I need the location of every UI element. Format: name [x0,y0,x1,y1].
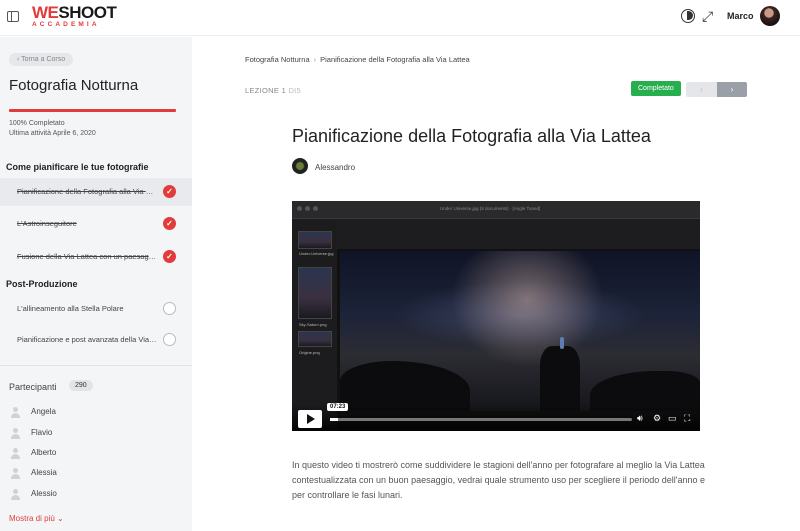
user-name[interactable]: Marco [727,11,754,21]
last-activity: Ultima attività Aprile 6, 2020 [9,130,96,137]
progress-bar [9,109,176,112]
participant-name: Angela [31,407,56,416]
avatar[interactable] [760,6,780,26]
lesson-counter: LEZIONE 1 DI5 [245,86,301,95]
previous-lesson-button[interactable]: ‹ [686,82,717,97]
top-bar: WESHOOT ACCADEMIA ⤢ Marco [0,0,800,36]
participant-item[interactable]: Angela [9,405,179,421]
milky-way-photo [340,251,700,411]
lesson-number: LEZIONE 1 [245,86,287,95]
sidebar: ‹ Torna a Corso Fotografia Notturna 100%… [0,37,192,531]
lesson-item[interactable]: Pianificazione della Fotografia alla Via… [0,178,192,206]
video-time: 07:23 [327,403,349,411]
video-thumbnail-strip: Under-Universe.jpg Sky-Saturn.png Origin… [292,219,337,431]
lesson-label: L'Astroinseguitore [17,219,77,228]
check-icon: ✓ [163,217,176,230]
lesson-description: In questo video ti mostrerò come suddivi… [292,460,705,500]
thumbnail [298,331,332,347]
thumbnail [298,267,332,319]
check-icon: ✓ [163,250,176,263]
section-title: Come pianificare le tue fotografie [6,162,149,172]
pip-icon[interactable]: ▭ [668,413,677,424]
incomplete-circle-icon [163,333,176,346]
fullscreen-icon[interactable]: ⤢ [702,8,713,25]
section-title: Post-Produzione [6,279,78,289]
user-icon [10,428,20,439]
breadcrumb: Fotografia Notturna › Pianificazione della… [245,55,470,64]
rock-shape [540,346,580,411]
participant-item[interactable]: Alessio [9,487,179,503]
video-controls: 07:23 🔊︎ ⚙︎ ▭ ⛶ [292,403,700,431]
thumbnail-caption: Under-Universe.jpg [299,251,334,256]
video-app-toolbar: Under Universe.jpg (8 documents) · [Angl… [292,201,700,219]
lesson-label: L'allineamento alla Stella Polare [17,304,124,313]
participant-name: Flavio [31,428,53,437]
next-lesson-button[interactable]: › [717,82,747,97]
video-filename: Under Universe.jpg (8 documents) · [Angl… [440,206,541,211]
participants-count-badge: 290 [69,380,93,391]
video-app-panel [337,219,700,249]
back-to-course-button[interactable]: ‹ Torna a Corso [9,53,74,66]
incomplete-circle-icon [163,302,176,315]
thumbnail-caption: Sky-Saturn.png [299,322,327,327]
participant-name: Alberto [31,448,57,457]
breadcrumb-separator: › [313,55,317,64]
author-avatar[interactable] [292,158,308,174]
participant-name: Alessio [31,489,57,498]
author-name[interactable]: Alessandro [315,163,355,172]
logo-text-b: SHOOT [58,3,117,22]
participant-item[interactable]: Alberto [9,446,179,462]
thumbnail [298,231,332,249]
course-title: Fotografia Notturna [9,77,139,94]
thumbnail-caption: Origine.png [299,350,320,355]
lesson-item[interactable]: L'allineamento alla Stella Polare [0,295,192,323]
progress-label: 100% Completato [9,120,65,127]
play-button[interactable] [298,410,322,428]
breadcrumb-current: Pianificazione della Fotografia alla Via… [320,55,470,64]
divider [0,365,192,366]
sidebar-toggle-icon[interactable] [7,11,19,22]
lesson-item[interactable]: L'Astroinseguitore ✓ [0,210,192,238]
lesson-label: Pianificazione e post avanzata della Via… [17,335,157,344]
page-title: Pianificazione della Fotografia alla Via… [292,126,651,146]
breadcrumb-course-link[interactable]: Fotografia Notturna [245,55,310,64]
fullscreen-video-icon[interactable]: ⛶ [684,413,690,424]
lesson-label: Fusione della Via Lattea con un paesaggi… [17,252,157,261]
participant-name: Alessia [31,468,57,477]
video-scrubber[interactable] [330,418,632,421]
person-figure [560,337,564,349]
scrubber-fill [330,418,338,421]
lesson-label: Pianificazione della Fotografia alla Via… [17,187,157,196]
participants-title: Partecipanti [9,382,57,392]
lesson-item[interactable]: Pianificazione e post avanzata della Via… [0,326,192,354]
user-icon [10,448,20,459]
participant-item[interactable]: Alessia [9,466,179,482]
video-player[interactable]: Under Universe.jpg (8 documents) · [Angl… [292,201,700,431]
progress-info: 100% Completato Ultima attività Aprile 6… [9,119,96,139]
participant-item[interactable]: Flavio [9,426,179,442]
logo[interactable]: WESHOOT ACCADEMIA [32,3,117,29]
show-more-link[interactable]: Mostra di più ⌄ [9,514,64,523]
lesson-total: DI5 [288,86,302,95]
logo-subtitle: ACCADEMIA [32,21,100,28]
lesson-item[interactable]: Fusione della Via Lattea con un paesaggi… [0,243,192,271]
settings-icon[interactable]: ⚙︎ [653,413,661,424]
user-icon [10,489,20,500]
volume-icon[interactable]: 🔊︎ [637,413,643,424]
user-icon [10,468,20,479]
user-icon [10,407,20,418]
completed-button[interactable]: Completato [631,81,681,96]
dark-mode-icon[interactable] [681,9,695,23]
check-icon: ✓ [163,185,176,198]
logo-text-a: WE [32,3,59,22]
